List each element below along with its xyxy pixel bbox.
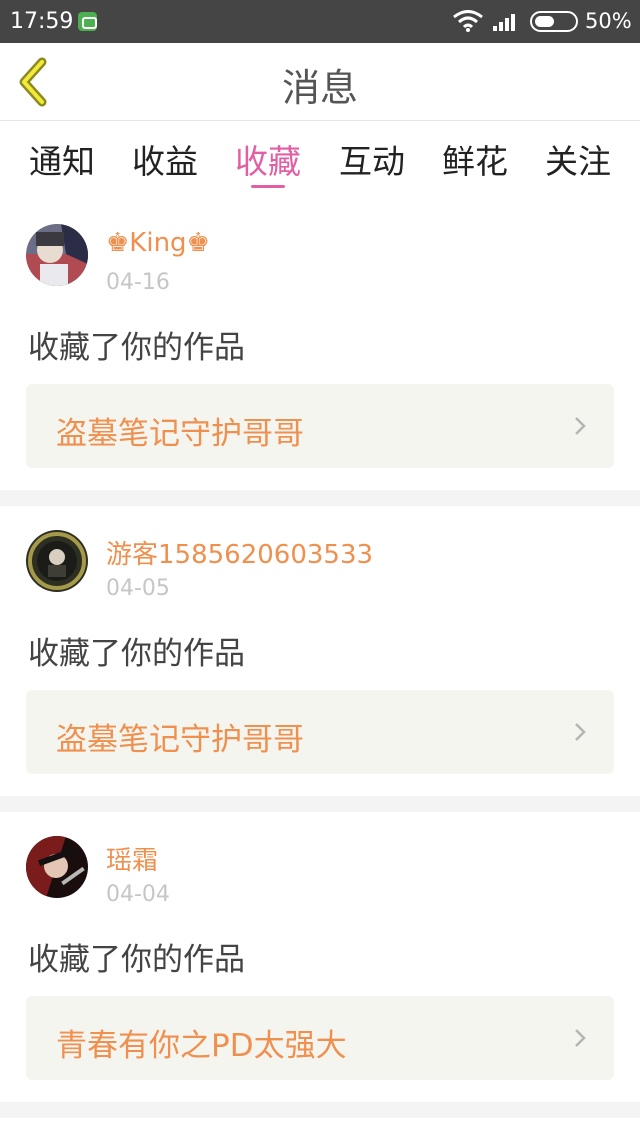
message-action: 收藏了你的作品 — [28, 330, 245, 366]
tab-flowers[interactable]: 鲜花 — [435, 135, 515, 183]
divider — [0, 1102, 640, 1118]
tab-following[interactable]: 关注 — [538, 135, 618, 183]
app-notification-icon — [78, 12, 97, 31]
username[interactable]: ♚King♚ — [106, 228, 210, 258]
chevron-right-icon — [575, 1029, 586, 1047]
work-title: 青春有你之PD太强大 — [56, 1028, 347, 1064]
tab-favorites[interactable]: 收藏 — [228, 135, 308, 183]
avatar[interactable] — [26, 836, 88, 898]
active-tab-indicator — [251, 185, 285, 188]
message-card: ♚King♚ 04-16 收藏了你的作品 盗墓笔记守护哥哥 — [0, 200, 640, 490]
status-bar: 17:59 50% — [0, 0, 640, 43]
header: 消息 — [0, 43, 640, 121]
tab-interactions[interactable]: 互动 — [332, 135, 412, 183]
divider — [0, 796, 640, 812]
message-card: 瑶霜 04-04 收藏了你的作品 青春有你之PD太强大 — [0, 812, 640, 1102]
tab-notifications[interactable]: 通知 — [22, 135, 102, 183]
battery-percent: 50% — [585, 9, 632, 33]
chevron-right-icon — [575, 417, 586, 435]
divider — [0, 490, 640, 506]
work-link[interactable]: 盗墓笔记守护哥哥 — [26, 690, 614, 774]
work-link[interactable]: 盗墓笔记守护哥哥 — [26, 384, 614, 468]
tab-bar: 通知 收益 收藏 互动 鲜花 关注 — [0, 121, 640, 199]
message-action: 收藏了你的作品 — [28, 636, 245, 672]
message-date: 04-05 — [106, 576, 170, 601]
message-date: 04-16 — [106, 270, 170, 295]
message-card: 游客1585620603533 04-05 收藏了你的作品 盗墓笔记守护哥哥 — [0, 506, 640, 796]
avatar[interactable] — [26, 530, 88, 592]
chevron-right-icon — [575, 723, 586, 741]
message-date: 04-04 — [106, 882, 170, 907]
work-title: 盗墓笔记守护哥哥 — [56, 722, 304, 758]
username[interactable]: 游客1585620603533 — [106, 534, 373, 571]
battery-icon — [530, 11, 578, 32]
wifi-icon — [453, 10, 483, 32]
page-title: 消息 — [281, 66, 358, 110]
signal-icon — [493, 14, 515, 31]
battery-level — [535, 16, 554, 27]
tab-earnings[interactable]: 收益 — [125, 135, 205, 183]
work-link[interactable]: 青春有你之PD太强大 — [26, 996, 614, 1080]
username[interactable]: 瑶霜 — [106, 840, 158, 877]
message-action: 收藏了你的作品 — [28, 942, 245, 978]
work-title: 盗墓笔记守护哥哥 — [56, 416, 304, 452]
status-time: 17:59 — [10, 9, 74, 34]
avatar[interactable] — [26, 224, 88, 286]
